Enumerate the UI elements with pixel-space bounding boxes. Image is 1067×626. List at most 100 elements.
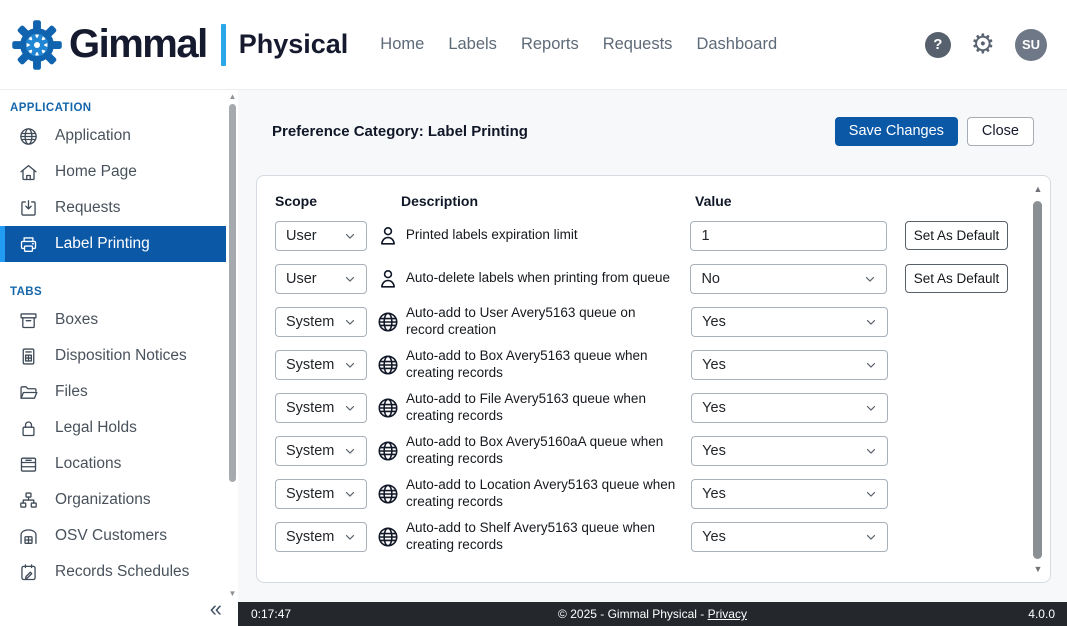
nav-home[interactable]: Home (380, 35, 424, 54)
table-row: System Auto-add to User Avery5163 queue … (275, 300, 1008, 343)
row-description: Printed labels expiration limit (406, 227, 691, 244)
chevron-down-icon (863, 272, 877, 286)
sidebar-item-records-schedules[interactable]: Records Schedules (0, 554, 226, 590)
sidebar-item-label: Legal Holds (55, 419, 137, 437)
value-select[interactable]: No (690, 264, 887, 294)
scope-select[interactable]: User (275, 221, 367, 251)
scope-select[interactable]: System (275, 522, 367, 552)
set-as-default-button[interactable]: Set As Default (905, 221, 1008, 250)
scroll-up-icon[interactable]: ▲ (1032, 184, 1044, 194)
brand-logo: Gimmal Physical (10, 18, 348, 72)
top-navigation: Home Labels Reports Requests Dashboard (380, 35, 777, 54)
chevron-down-icon (343, 358, 357, 372)
globe-icon (376, 482, 400, 506)
person-icon (376, 224, 400, 248)
scope-select[interactable]: System (275, 393, 367, 423)
sidebar-collapse-button[interactable]: « (210, 598, 222, 620)
sidebar-item-boxes[interactable]: Boxes (0, 302, 226, 338)
privacy-link[interactable]: Privacy (708, 607, 747, 621)
sidebar-section-tabs: TABS (0, 274, 226, 302)
calendar-pencil-icon (18, 562, 39, 583)
panel-scrollbar[interactable]: ▲ ▼ (1032, 182, 1044, 576)
sidebar-item-files[interactable]: Files (0, 374, 226, 410)
sidebar-item-osv-customers[interactable]: OSV Customers (0, 518, 226, 554)
row-description: Auto-add to Shelf Avery5163 queue when c… (406, 520, 691, 554)
value-selected: No (701, 271, 720, 287)
box-icon (18, 310, 39, 331)
main-content: Preference Category: Label Printing Save… (238, 90, 1067, 602)
lock-icon (18, 418, 39, 439)
value-selected: Yes (702, 314, 726, 330)
sidebar-item-label: OSV Customers (55, 527, 167, 545)
sidebar-item-requests[interactable]: Requests (0, 190, 226, 226)
scope-value: System (286, 400, 334, 416)
scrollbar-thumb[interactable] (229, 104, 236, 482)
scope-value: System (286, 486, 334, 502)
sidebar-scrollbar[interactable]: ▲ ▼ (228, 92, 237, 598)
scope-value: System (286, 314, 334, 330)
chevron-down-icon (343, 272, 357, 286)
globe-icon (376, 525, 400, 549)
globe-icon (18, 126, 39, 147)
value-select[interactable]: Yes (691, 479, 888, 509)
row-description: Auto-add to Box Avery5160aA queue when c… (406, 434, 691, 468)
value-select[interactable]: Yes (691, 307, 888, 337)
scope-value: User (286, 271, 317, 287)
value-input[interactable] (690, 221, 887, 251)
globe-icon (376, 439, 400, 463)
sidebar-item-label: Requests (55, 199, 120, 217)
sidebar-item-shelves[interactable]: Shelves (0, 590, 226, 600)
nav-reports[interactable]: Reports (521, 35, 579, 54)
value-selected: Yes (702, 400, 726, 416)
table-row: System Auto-add to File Avery5163 queue … (275, 386, 1008, 429)
value-select[interactable]: Yes (691, 522, 888, 552)
table-header-row: Scope Description Value (275, 188, 1008, 214)
sidebar-item-legal-holds[interactable]: Legal Holds (0, 410, 226, 446)
sidebar-item-label: Locations (55, 455, 121, 473)
save-changes-button[interactable]: Save Changes (835, 117, 958, 146)
footer: © 2025 - Gimmal Physical - Privacy 0:17:… (238, 602, 1067, 626)
gimmal-gear-logo-icon (10, 18, 64, 72)
scope-select[interactable]: System (275, 436, 367, 466)
scope-select[interactable]: System (275, 479, 367, 509)
set-as-default-button[interactable]: Set As Default (905, 264, 1008, 293)
value-select[interactable]: Yes (691, 393, 888, 423)
chevron-down-icon (864, 358, 878, 372)
sidebar-item-disposition-notices[interactable]: Disposition Notices (0, 338, 226, 374)
scroll-up-icon[interactable]: ▲ (228, 92, 237, 101)
shelf-icon (18, 454, 39, 475)
scroll-down-icon[interactable]: ▼ (1032, 564, 1044, 574)
chevron-down-icon (343, 315, 357, 329)
person-icon (376, 267, 400, 291)
sidebar-item-label: Files (55, 383, 88, 401)
scrollbar-thumb[interactable] (1033, 201, 1042, 559)
printer-icon (18, 234, 39, 255)
home-icon (18, 162, 39, 183)
footer-copyright: © 2025 - Gimmal Physical - Privacy (238, 607, 1067, 621)
sidebar-item-label: Home Page (55, 163, 137, 181)
sidebar-item-locations[interactable]: Locations (0, 446, 226, 482)
nav-dashboard[interactable]: Dashboard (696, 35, 777, 54)
sidebar-item-label-printing[interactable]: Label Printing (0, 226, 226, 262)
scope-select[interactable]: System (275, 307, 367, 337)
scope-select[interactable]: System (275, 350, 367, 380)
close-button[interactable]: Close (967, 117, 1034, 146)
value-select[interactable]: Yes (691, 350, 888, 380)
value-selected: Yes (702, 443, 726, 459)
sidebar-item-application[interactable]: Application (0, 118, 226, 154)
folder-icon (18, 382, 39, 403)
scope-select[interactable]: User (275, 264, 367, 294)
nav-requests[interactable]: Requests (603, 35, 673, 54)
user-avatar[interactable]: SU (1015, 29, 1047, 61)
column-header-description: Description (401, 193, 695, 209)
sidebar-item-home-page[interactable]: Home Page (0, 154, 226, 190)
nav-labels[interactable]: Labels (448, 35, 497, 54)
chevron-down-icon (864, 487, 878, 501)
sidebar-item-organizations[interactable]: Organizations (0, 482, 226, 518)
help-icon[interactable]: ? (925, 32, 951, 58)
sidebar-nav: APPLICATION Application Home Page Reques… (0, 90, 226, 600)
value-select[interactable]: Yes (691, 436, 888, 466)
scroll-down-icon[interactable]: ▼ (228, 589, 237, 598)
chevron-down-icon (864, 530, 878, 544)
settings-gear-icon[interactable]: ⚙ (971, 31, 995, 58)
